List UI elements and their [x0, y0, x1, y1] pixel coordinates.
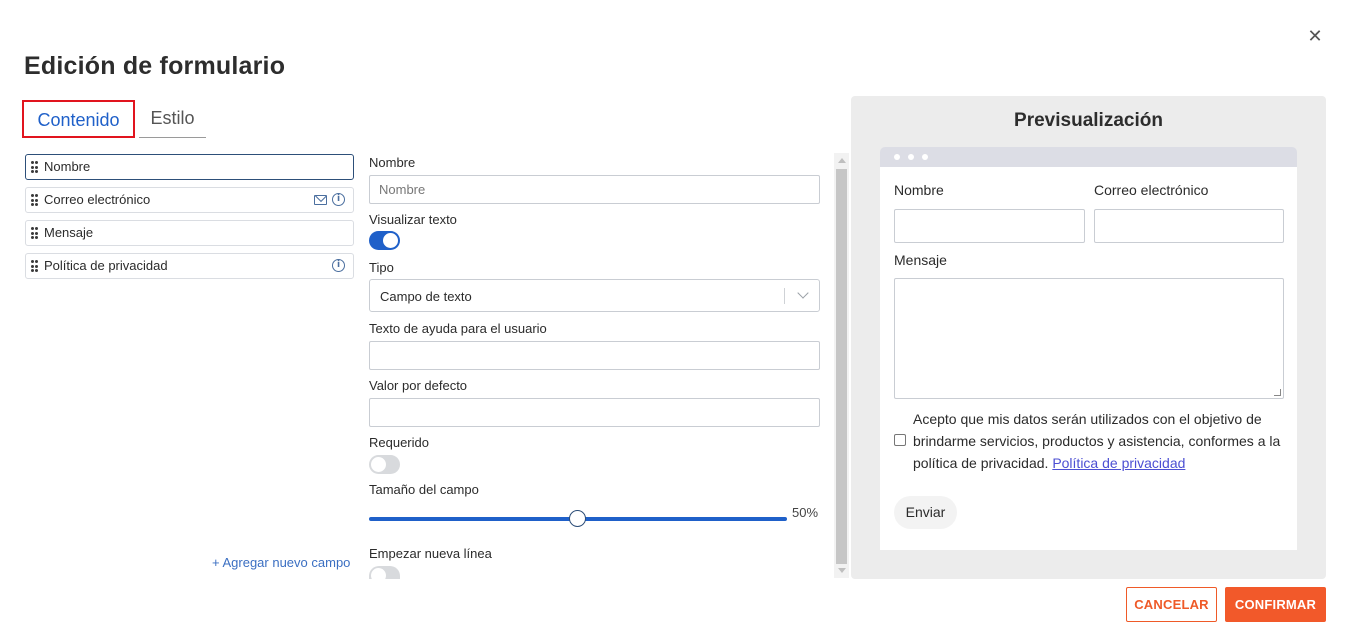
required-label: Requerido — [369, 435, 429, 450]
preview-form: Nombre Correo electrónico Mensaje Acepto… — [880, 167, 1297, 550]
select-separator — [784, 288, 785, 304]
new-line-toggle[interactable] — [369, 566, 400, 583]
field-list-item-correo[interactable]: Correo electrónico i — [25, 187, 354, 213]
required-toggle[interactable] — [369, 455, 400, 474]
preview-name-label: Nombre — [894, 182, 944, 198]
type-select-value: Campo de texto — [380, 289, 472, 304]
show-text-toggle[interactable] — [369, 231, 400, 250]
info-icon[interactable]: i — [332, 259, 345, 272]
field-list-label: Nombre — [44, 159, 91, 174]
field-list-item-mensaje[interactable]: Mensaje — [25, 220, 354, 246]
field-size-slider-thumb[interactable] — [568, 510, 586, 527]
name-label: Nombre — [369, 155, 416, 170]
cancel-button[interactable]: CANCELAR — [1126, 587, 1217, 622]
field-size-label: Tamaño del campo — [369, 482, 479, 497]
name-input[interactable] — [369, 175, 820, 204]
dialog-title: Edición de formulario — [24, 52, 286, 80]
preview-email-label: Correo electrónico — [1094, 182, 1209, 198]
window-dot-icon — [922, 154, 928, 160]
mail-icon — [314, 195, 327, 205]
scroll-up-icon[interactable] — [838, 158, 846, 163]
preview-message-label: Mensaje — [894, 252, 947, 268]
tab-contenido[interactable]: Contenido — [22, 100, 135, 138]
preview-consent-text: Acepto que mis datos serán utilizados co… — [913, 408, 1293, 474]
toggle-knob — [383, 233, 398, 248]
scrollbar-thumb[interactable] — [836, 169, 847, 564]
field-size-value: 50% — [792, 505, 819, 520]
privacy-policy-link[interactable]: Política de privacidad — [1052, 455, 1185, 471]
preview-title: Previsualización — [1014, 110, 1163, 131]
window-dot-icon — [894, 154, 900, 160]
settings-scrollbar[interactable] — [834, 153, 849, 578]
scroll-down-icon[interactable] — [838, 568, 846, 573]
preview-name-input[interactable] — [894, 209, 1085, 243]
window-dot-icon — [908, 154, 914, 160]
drag-handle-icon[interactable] — [31, 194, 39, 206]
field-list-label: Política de privacidad — [44, 258, 168, 273]
preview-message-textarea[interactable] — [894, 278, 1284, 399]
field-list-item-privacidad[interactable]: Política de privacidad i — [25, 253, 354, 279]
toggle-knob — [371, 568, 386, 583]
default-value-label: Valor por defecto — [369, 378, 468, 393]
drag-handle-icon[interactable] — [31, 260, 39, 272]
resize-grip-icon[interactable] — [1274, 389, 1281, 396]
show-text-label: Visualizar texto — [369, 212, 457, 227]
help-text-label: Texto de ayuda para el usuario — [369, 321, 547, 336]
default-value-input[interactable] — [369, 398, 820, 427]
new-line-label: Empezar nueva línea — [369, 546, 492, 561]
drag-handle-icon[interactable] — [31, 227, 39, 239]
preview-submit-button[interactable]: Enviar — [894, 496, 957, 529]
close-icon[interactable]: ✕ — [1306, 28, 1324, 46]
help-text-input[interactable] — [369, 341, 820, 370]
preview-consent-checkbox[interactable] — [894, 434, 906, 446]
browser-frame-bar — [880, 147, 1297, 167]
type-label: Tipo — [369, 260, 394, 275]
info-icon[interactable]: i — [332, 193, 345, 206]
add-field-link[interactable]: + Agregar nuevo campo — [212, 555, 350, 570]
chevron-down-icon[interactable] — [797, 287, 809, 299]
toggle-knob — [371, 457, 386, 472]
preview-panel: Previsualización Nombre Correo electróni… — [851, 96, 1326, 579]
drag-handle-icon[interactable] — [31, 161, 39, 173]
field-list-label: Mensaje — [44, 225, 94, 240]
confirm-button[interactable]: CONFIRMAR — [1225, 587, 1326, 622]
tab-estilo[interactable]: Estilo — [139, 100, 206, 138]
preview-email-input[interactable] — [1094, 209, 1284, 243]
field-list-label: Correo electrónico — [44, 192, 151, 207]
field-list-item-nombre[interactable]: Nombre — [25, 154, 354, 180]
type-select[interactable]: Campo de texto — [369, 279, 820, 312]
